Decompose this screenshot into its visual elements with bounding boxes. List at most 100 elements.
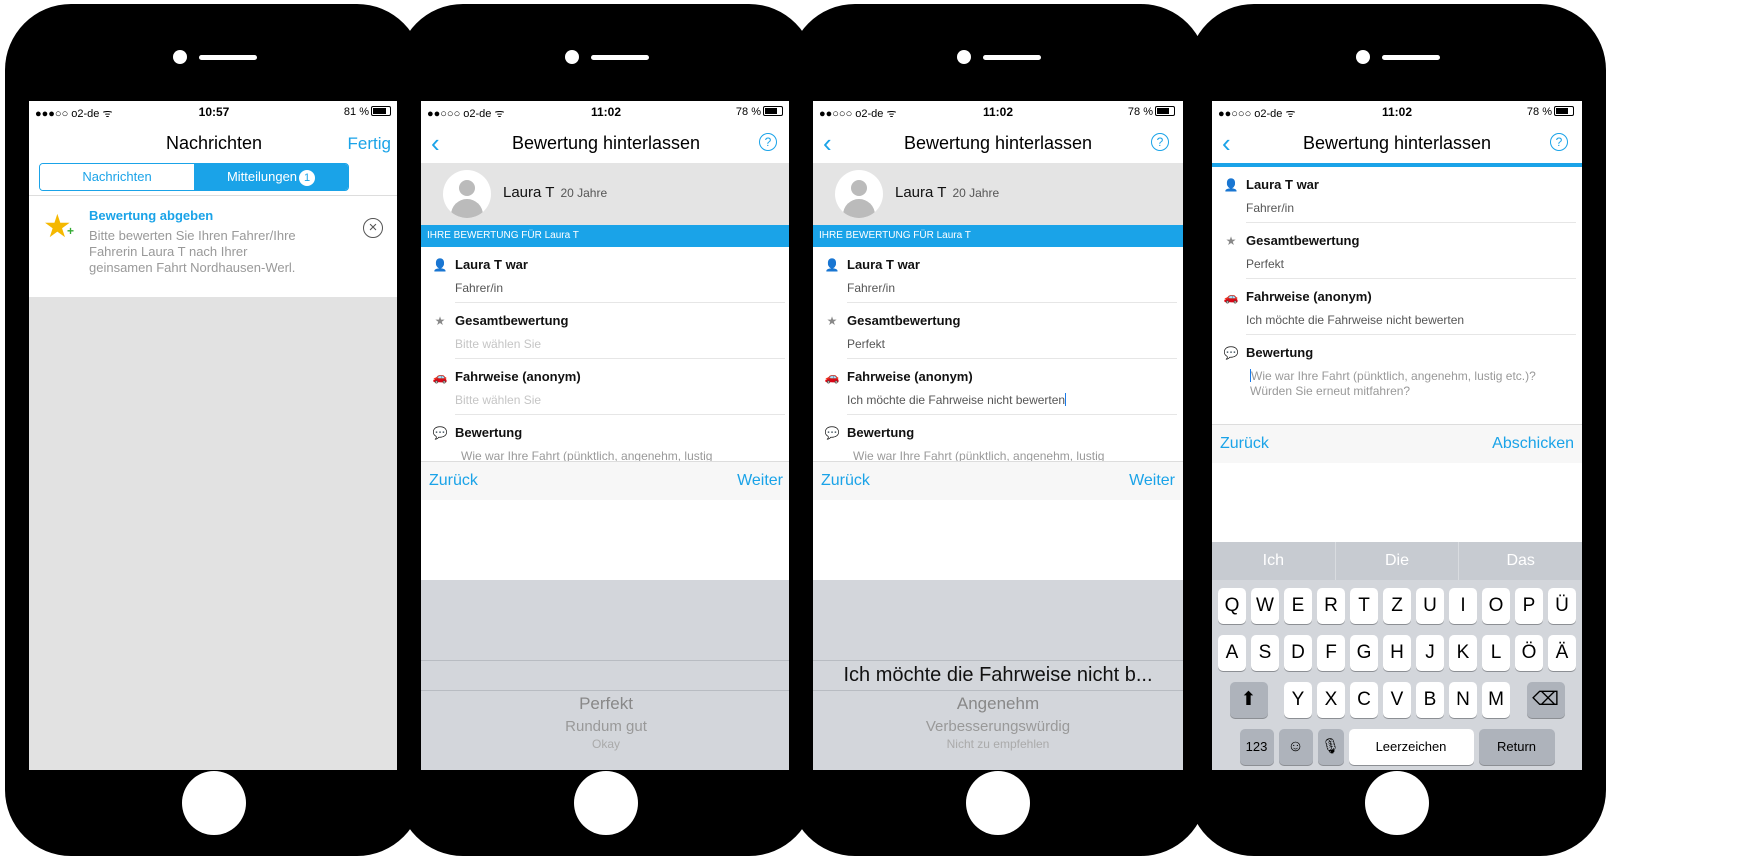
key[interactable]: J: [1416, 635, 1444, 671]
person-icon: 👤: [432, 258, 448, 272]
key[interactable]: Ü: [1548, 588, 1576, 624]
action-bar: Zurück Abschicken: [1212, 424, 1582, 463]
profile-name: Laura T 20 Jahre: [503, 184, 607, 201]
tab-mitteilungen[interactable]: Mitteilungen 1: [194, 164, 348, 190]
key[interactable]: A: [1218, 635, 1246, 671]
field-role[interactable]: 👤 Laura T war Fahrer/in: [421, 247, 791, 303]
numbers-key[interactable]: 123: [1239, 729, 1274, 765]
done-button[interactable]: Fertig: [348, 134, 391, 154]
keyboard-row-1: Q W E R T Z U I O P Ü: [1212, 588, 1582, 624]
status-bar: ●●●○○ o2-de ᯤ 10:57 81 %: [29, 101, 399, 123]
field-value: Fahrer/in: [1246, 201, 1295, 215]
key[interactable]: R: [1317, 588, 1345, 624]
battery-indicator: 78 %: [1128, 106, 1175, 118]
field-driving-style[interactable]: 🚗 Fahrweise (anonym) Ich möchte die Fahrwe…: [813, 359, 1183, 415]
key[interactable]: I: [1449, 588, 1477, 624]
backspace-key-icon[interactable]: ⌫: [1526, 682, 1565, 718]
key[interactable]: Ä: [1548, 635, 1576, 671]
field-driving-style[interactable]: 🚗 Fahrweise (anonym) Bitte wählen Sie: [421, 359, 791, 415]
key[interactable]: F: [1317, 635, 1345, 671]
driving-style-picker[interactable]: Ich möchte die Fahrweise nicht b... Ange…: [813, 580, 1183, 770]
emoji-key-icon[interactable]: ☺: [1278, 729, 1313, 765]
field-overall-rating[interactable]: ★ Gesamtbewertung Perfekt: [1212, 223, 1582, 279]
key[interactable]: Z: [1383, 588, 1411, 624]
key[interactable]: E: [1284, 588, 1312, 624]
status-bar: ●●○○○ o2-de ᯤ 11:02 78 %: [1212, 101, 1582, 123]
close-icon[interactable]: ×: [363, 218, 383, 238]
home-button[interactable]: [966, 771, 1030, 835]
key[interactable]: X: [1317, 682, 1345, 718]
picker-option[interactable]: Okay: [421, 737, 791, 751]
help-icon[interactable]: ?: [1550, 133, 1568, 151]
picker-option[interactable]: Nicht zu empfehlen: [813, 737, 1183, 751]
key[interactable]: N: [1449, 682, 1477, 718]
notification-item[interactable]: ★ + Bewertung abgeben Bitte bewerten Sie…: [29, 195, 399, 298]
key[interactable]: G: [1350, 635, 1378, 671]
space-key[interactable]: Leerzeichen: [1348, 729, 1474, 765]
key[interactable]: Q: [1218, 588, 1246, 624]
review-textarea[interactable]: Wie war Ihre Fahrt (pünktlich, angenehm,…: [1250, 369, 1570, 399]
shift-key-icon[interactable]: ⬆: [1229, 682, 1268, 718]
plus-icon: +: [67, 224, 75, 238]
battery-percent: 78 %: [1127, 106, 1153, 118]
picker-option[interactable]: Perfekt: [421, 694, 791, 714]
key[interactable]: B: [1416, 682, 1444, 718]
key[interactable]: Ö: [1515, 635, 1543, 671]
next-button[interactable]: Weiter: [737, 472, 783, 490]
rating-picker[interactable]: Perfekt Rundum gut Okay: [421, 580, 791, 770]
field-overall-rating[interactable]: ★ Gesamtbewertung Perfekt: [813, 303, 1183, 359]
key[interactable]: U: [1416, 588, 1444, 624]
picker-option[interactable]: Rundum gut: [421, 718, 791, 735]
key[interactable]: Y: [1284, 682, 1312, 718]
key[interactable]: S: [1251, 635, 1279, 671]
return-key[interactable]: Return: [1478, 729, 1555, 765]
help-icon[interactable]: ?: [1151, 133, 1169, 151]
next-button[interactable]: Weiter: [1129, 472, 1175, 490]
back-button[interactable]: Zurück: [821, 472, 870, 490]
microphone-key-icon[interactable]: 🎙: [1317, 729, 1344, 765]
home-button[interactable]: [182, 771, 246, 835]
tab-nachrichten[interactable]: Nachrichten: [40, 164, 194, 190]
key[interactable]: M: [1482, 682, 1510, 718]
field-driving-style[interactable]: 🚗 Fahrweise (anonym) Ich möchte die Fahrwe…: [1212, 279, 1582, 335]
picker-option[interactable]: Verbesserungswürdig: [813, 718, 1183, 735]
key[interactable]: K: [1449, 635, 1477, 671]
field-value: Perfekt: [1246, 257, 1285, 271]
suggestion-item[interactable]: Das: [1459, 542, 1582, 580]
field-role[interactable]: 👤 Laura T war Fahrer/in: [1212, 167, 1582, 223]
back-button[interactable]: Zurück: [429, 472, 478, 490]
key[interactable]: H: [1383, 635, 1411, 671]
key[interactable]: O: [1482, 588, 1510, 624]
field-label: Fahrweise (anonym): [1246, 289, 1372, 304]
submit-button[interactable]: Abschicken: [1492, 435, 1574, 453]
star-icon: ★: [826, 314, 838, 328]
suggestion-item[interactable]: Die: [1336, 542, 1460, 580]
help-icon[interactable]: ?: [759, 133, 777, 151]
empty-area: [29, 297, 399, 770]
home-button[interactable]: [1365, 771, 1429, 835]
field-overall-rating[interactable]: ★ Gesamtbewertung Bitte wählen Sie: [421, 303, 791, 359]
speaker-grille: [1382, 55, 1440, 60]
key[interactable]: L: [1482, 635, 1510, 671]
key[interactable]: D: [1284, 635, 1312, 671]
segmented-control: Nachrichten Mitteilungen 1: [39, 163, 349, 191]
key[interactable]: W: [1251, 588, 1279, 624]
suggestion-bar: Ich Die Das: [1212, 542, 1582, 580]
key[interactable]: P: [1515, 588, 1543, 624]
action-bar: Zurück Weiter: [421, 461, 791, 500]
battery-indicator: 78 %: [736, 106, 783, 118]
picker-selected-option[interactable]: Ich möchte die Fahrweise nicht b...: [813, 664, 1183, 687]
key[interactable]: C: [1350, 682, 1378, 718]
suggestion-item[interactable]: Ich: [1212, 542, 1336, 580]
key[interactable]: T: [1350, 588, 1378, 624]
field-role[interactable]: 👤 Laura T war Fahrer/in: [813, 247, 1183, 303]
home-button[interactable]: [574, 771, 638, 835]
back-button[interactable]: Zurück: [1220, 435, 1269, 453]
key[interactable]: V: [1383, 682, 1411, 718]
page-title: Bewertung hinterlassen: [903, 133, 1093, 153]
camera-icon: [173, 50, 187, 64]
battery-icon: [1554, 106, 1574, 116]
nav-bar: ‹ Bewertung hinterlassen ?: [1212, 123, 1582, 163]
field-review[interactable]: 💬 Bewertung Wie war Ihre Fahrt (pünktlich…: [1212, 335, 1582, 417]
picker-option[interactable]: Angenehm: [813, 694, 1183, 714]
